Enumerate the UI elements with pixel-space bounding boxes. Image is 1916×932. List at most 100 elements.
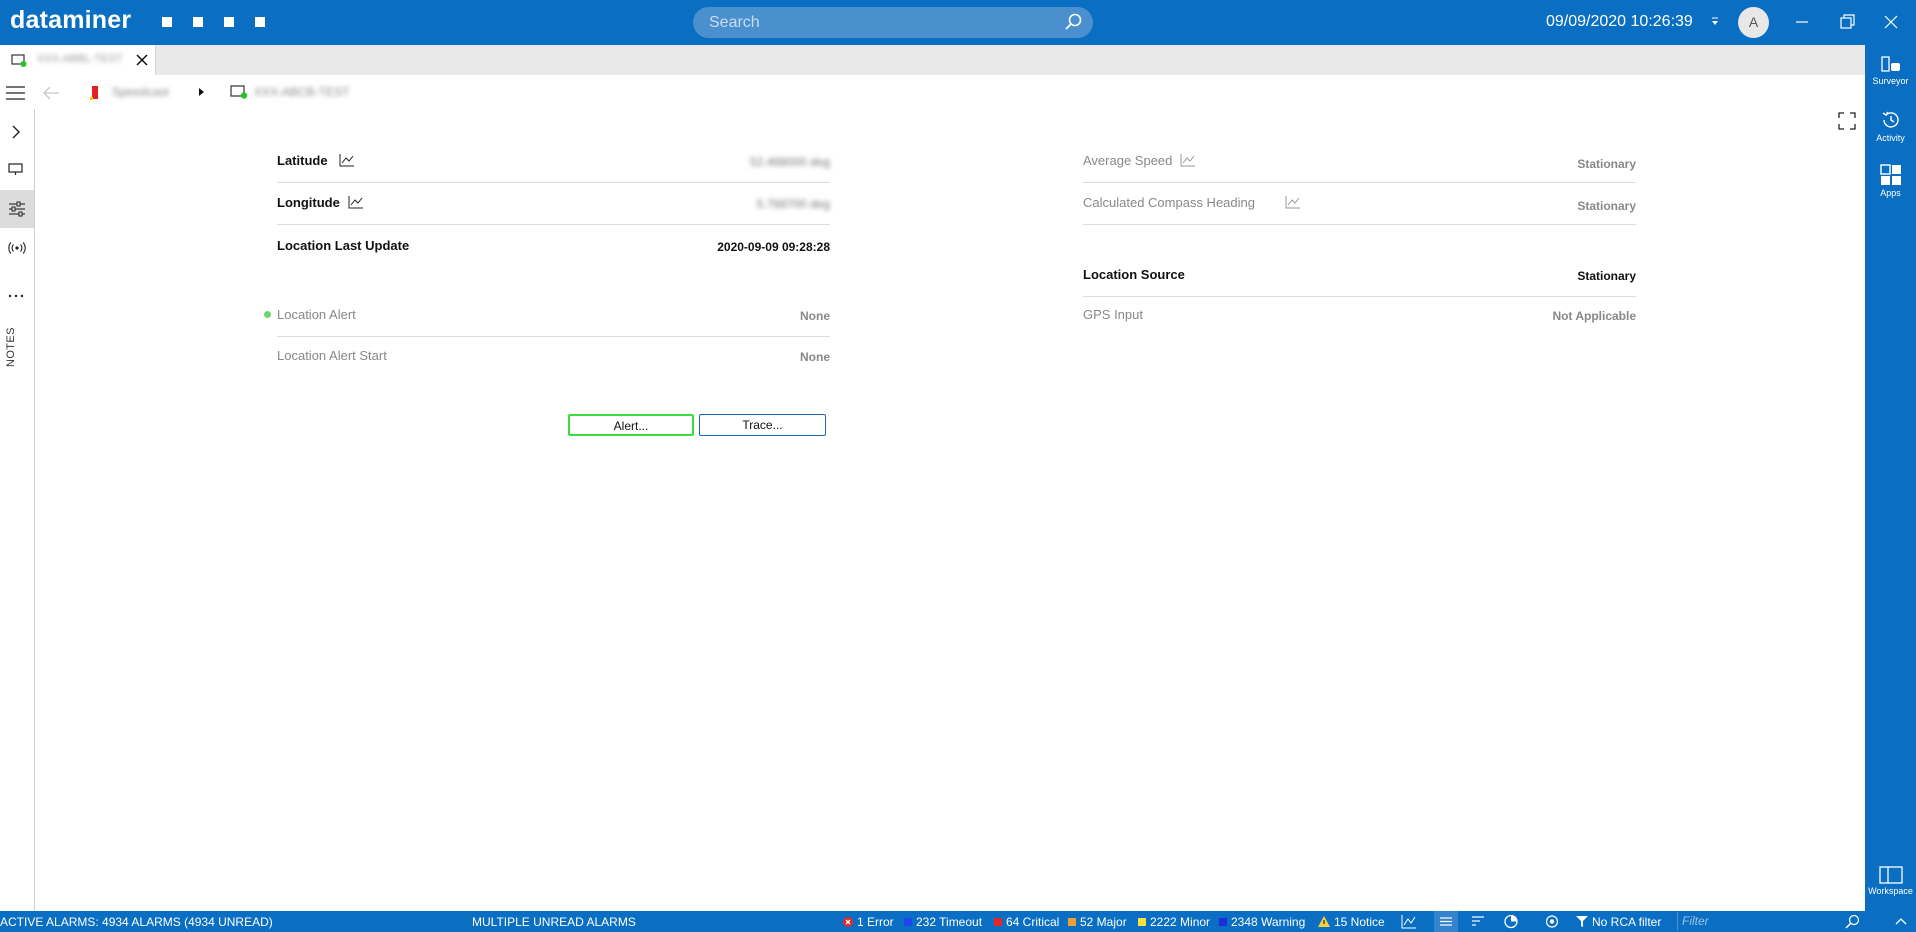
chevron-up-icon[interactable] (1893, 914, 1909, 929)
restore-icon[interactable] (1837, 12, 1857, 32)
right-sidebar: Surveyor Activity Apps Workspace (1865, 45, 1916, 911)
apps-button[interactable]: Apps (1865, 155, 1916, 207)
status-dot (264, 311, 271, 318)
param-location-alert-start[interactable]: Location Alert Start None (277, 338, 830, 378)
breadcrumb-service[interactable]: Speedcast (112, 85, 169, 99)
param-label: Location Source (1083, 267, 1185, 282)
clock-menu-icon[interactable] (1710, 14, 1720, 28)
alarm-filter-placeholder: Filter (1682, 914, 1709, 928)
notice-count[interactable]: 15 Notice (1318, 915, 1385, 929)
back-arrow-icon[interactable] (42, 85, 60, 101)
app-logo: dataminer (10, 6, 132, 34)
timeout-count-label: 232 Timeout (916, 915, 983, 929)
param-value: None (800, 309, 830, 323)
activity-button[interactable]: Activity (1865, 100, 1916, 152)
warning-count-label: 2348 Warning (1231, 915, 1306, 929)
visual-overview-button[interactable] (0, 151, 34, 189)
trend-chart-icon[interactable] (1401, 914, 1417, 929)
broadcast-icon (8, 242, 26, 254)
param-value: Not Applicable (1552, 309, 1636, 323)
sort-icon[interactable] (1470, 914, 1486, 929)
warning-count[interactable]: 2348 Warning (1219, 915, 1305, 929)
expand-panel-button[interactable] (0, 113, 34, 151)
workspace-dot-2[interactable] (193, 17, 203, 27)
param-value: Stationary (1577, 269, 1636, 283)
search-placeholder: Search (709, 14, 760, 31)
element-icon (230, 85, 248, 99)
more-horizontal-icon (8, 294, 24, 298)
param-label: Location Last Update (277, 238, 410, 253)
workspace-label: Workspace (1868, 886, 1913, 896)
close-tab-icon[interactable] (135, 53, 149, 67)
param-label: GPS Input (1083, 307, 1143, 322)
data-page: Latitude 52.468000 deg Longitude 5.76870… (35, 109, 1864, 911)
workspace-dots[interactable] (162, 17, 265, 27)
param-value: Stationary (1577, 199, 1636, 213)
minimize-icon[interactable] (1792, 12, 1812, 32)
card-tab[interactable]: XXX-ABBL-TEST (0, 45, 156, 75)
alert-button[interactable]: Alert... (568, 414, 694, 436)
top-bar: dataminer Search 09/09/2020 10:26:39 A (0, 0, 1916, 45)
search-box[interactable]: Search (693, 7, 1093, 38)
param-location-last-update[interactable]: Location Last Update 2020-09-09 09:28:28 (277, 228, 830, 268)
workspace-dot-3[interactable] (224, 17, 234, 27)
param-average-speed[interactable]: Average Speed Stationary (1083, 143, 1636, 183)
timeout-swatch (904, 918, 912, 926)
card-tab-label: XXX-ABBL-TEST (37, 53, 123, 65)
error-count-label: 1 Error (857, 915, 894, 929)
critical-count[interactable]: 64 Critical (994, 915, 1059, 929)
param-label: Location Alert Start (277, 348, 387, 363)
pie-chart-icon[interactable] (1503, 914, 1519, 929)
rca-filter-label: No RCA filter (1592, 915, 1662, 929)
card-side-panel: NOTES (0, 109, 35, 911)
param-value: 5.768700 deg (756, 197, 830, 211)
notes-tab[interactable]: NOTES (5, 323, 24, 373)
user-avatar[interactable]: A (1738, 7, 1769, 38)
workspace-icon (1878, 866, 1903, 884)
workspace-dot-1[interactable] (162, 17, 172, 27)
major-swatch (1068, 918, 1076, 926)
surveyor-label: Surveyor (1872, 76, 1909, 86)
error-icon (843, 917, 853, 927)
trend-icon[interactable] (1285, 195, 1301, 209)
trend-icon[interactable] (339, 153, 355, 167)
surveyor-button[interactable]: Surveyor (1865, 45, 1916, 97)
major-count[interactable]: 52 Major (1068, 915, 1127, 929)
more-options-button[interactable] (0, 277, 34, 315)
workspace-button[interactable]: Workspace (1865, 857, 1916, 909)
trend-icon[interactable] (348, 195, 364, 209)
timeout-count[interactable]: 232 Timeout (904, 915, 982, 929)
param-latitude[interactable]: Latitude 52.468000 deg (277, 143, 830, 183)
alarm-filter-input[interactable]: Filter (1677, 912, 1870, 931)
param-calculated-compass-heading[interactable]: Calculated Compass Heading Stationary (1083, 185, 1636, 225)
broadcast-button[interactable] (0, 230, 34, 268)
search-icon[interactable] (1845, 914, 1860, 929)
param-location-alert[interactable]: Location Alert None (264, 297, 830, 337)
minor-count-label: 2222 Minor (1150, 915, 1211, 929)
breadcrumb-element[interactable]: XXX-ABCB-TEST (254, 85, 349, 99)
history-icon (1882, 111, 1899, 128)
rca-target-icon[interactable] (1544, 914, 1560, 929)
error-count[interactable]: 1 Error (843, 915, 894, 929)
notice-count-label: 15 Notice (1334, 915, 1385, 929)
warning-swatch (1219, 918, 1227, 926)
trace-button[interactable]: Trace... (699, 414, 826, 436)
trend-icon[interactable] (1180, 153, 1196, 167)
minor-swatch (1138, 918, 1146, 926)
param-gps-input[interactable]: GPS Input Not Applicable (1083, 297, 1636, 337)
param-location-source[interactable]: Location Source Stationary (1083, 257, 1636, 297)
list-view-icon[interactable] (1438, 914, 1454, 929)
param-value: None (800, 350, 830, 364)
data-pages-button[interactable] (0, 190, 34, 228)
minor-count[interactable]: 2222 Minor (1138, 915, 1210, 929)
workspace-dot-4[interactable] (255, 17, 265, 27)
active-alarms-summary[interactable]: ACTIVE ALARMS: 4934 ALARMS (4934 UNREAD) (0, 915, 273, 929)
breadcrumb-separator-icon[interactable] (196, 86, 206, 98)
fullscreen-icon[interactable] (1838, 112, 1856, 130)
close-window-icon[interactable] (1881, 12, 1901, 32)
multiple-unread-alarms[interactable]: MULTIPLE UNREAD ALARMS (472, 915, 636, 929)
search-icon[interactable] (1063, 12, 1083, 32)
hamburger-menu-icon[interactable] (6, 86, 25, 100)
param-longitude[interactable]: Longitude 5.768700 deg (277, 185, 830, 225)
rca-filter[interactable]: No RCA filter (1576, 915, 1661, 929)
